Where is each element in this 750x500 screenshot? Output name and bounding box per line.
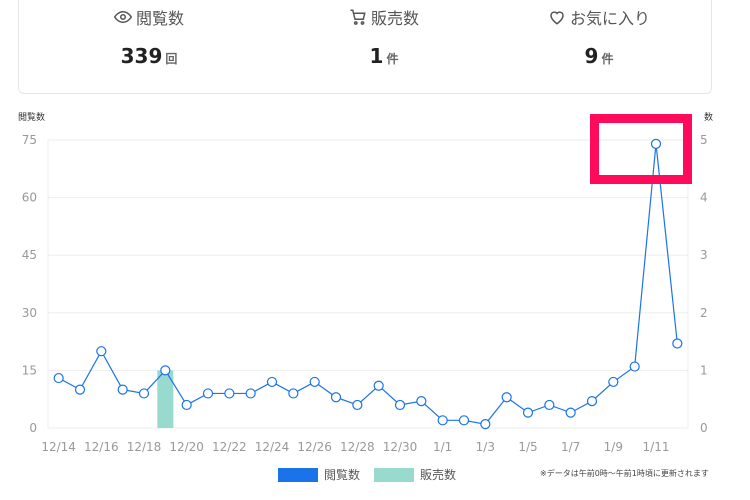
- views-point: [330, 392, 342, 403]
- x-tick-label: 1/5: [518, 440, 537, 454]
- right-tick-label: 0: [700, 421, 708, 435]
- stat-views-value: 339: [120, 44, 163, 68]
- update-note: ※データは午前0時〜午前1時頃に更新されます: [540, 469, 709, 478]
- views-point: [245, 388, 256, 399]
- legend-item-views[interactable]: 閲覧数: [278, 466, 360, 483]
- x-tick-label: 1/7: [561, 440, 580, 454]
- x-tick-label: 1/3: [476, 440, 495, 454]
- views-point: [394, 399, 406, 411]
- x-tick-label: 12/18: [127, 440, 162, 454]
- views-point: [266, 376, 278, 388]
- x-tick-label: 1/11: [643, 440, 670, 454]
- x-tick-label: 12/30: [383, 440, 418, 454]
- left-axis-title: 閲覧数: [18, 111, 45, 123]
- x-tick-label: 1/1: [433, 440, 452, 454]
- x-tick-label: 12/16: [84, 440, 119, 454]
- x-tick-label: 12/20: [169, 440, 204, 454]
- stat-views-unit: 回: [165, 52, 178, 66]
- cart-icon: [350, 9, 366, 25]
- right-tick-label: 5: [700, 133, 708, 147]
- x-tick-label: 12/28: [340, 440, 375, 454]
- stat-sales-unit: 件: [386, 52, 399, 66]
- right-tick-label: 1: [700, 363, 708, 377]
- views-point: [437, 415, 448, 426]
- views-point: [117, 384, 128, 395]
- stat-sales-label: 販売数: [370, 9, 419, 28]
- views-point: [416, 396, 427, 407]
- views-line: [58, 143, 678, 425]
- legend-swatch-sales: [374, 467, 415, 482]
- right-tick-label: 2: [700, 306, 708, 320]
- x-tick-label: 12/14: [41, 440, 76, 454]
- right-tick-label: 4: [700, 191, 708, 205]
- right-axis-title: 数: [704, 111, 713, 123]
- views-point: [288, 388, 299, 399]
- highlight-box: [590, 114, 692, 184]
- legend-item-sales[interactable]: 販売数: [374, 466, 456, 483]
- views-point: [544, 399, 555, 411]
- right-tick-label: 3: [700, 248, 708, 262]
- views-point: [608, 376, 619, 388]
- views-point: [53, 372, 64, 384]
- views-point: [458, 415, 470, 426]
- views-point: [181, 399, 192, 411]
- views-point: [586, 396, 598, 407]
- stat-favorites-value: 9: [584, 44, 599, 68]
- views-point: [74, 384, 86, 395]
- left-tick-label: 45: [22, 248, 37, 262]
- views-point: [480, 419, 491, 430]
- legend-label-sales: 販売数: [420, 468, 457, 482]
- views-point: [309, 376, 320, 388]
- views-point: [224, 388, 235, 399]
- left-tick-label: 15: [22, 363, 37, 377]
- left-tick-label: 60: [22, 191, 37, 205]
- heart-icon: [550, 11, 564, 25]
- views-point: [202, 388, 214, 399]
- left-tick-label: 75: [22, 133, 37, 147]
- stat-favorites-label: お気に入り: [569, 9, 650, 28]
- left-tick-label: 0: [29, 421, 37, 435]
- views-point: [352, 399, 363, 411]
- stat-views-label: 閲覧数: [135, 9, 184, 28]
- views-point: [565, 407, 576, 418]
- views-point: [522, 407, 534, 418]
- views-point: [629, 361, 640, 372]
- eye-icon: [113, 10, 132, 24]
- stat-sales-value: 1: [369, 44, 384, 68]
- legend-swatch-views: [278, 467, 318, 482]
- x-tick-label: 12/22: [212, 440, 247, 454]
- views-point: [672, 338, 683, 349]
- legend-label-views: 閲覧数: [324, 468, 361, 482]
- left-tick-label: 30: [22, 306, 37, 320]
- x-tick-label: 1/9: [604, 440, 623, 454]
- stats-card: 閲覧数 339 回 販売数 1件 お気に入り 9件: [18, 0, 712, 94]
- views-point: [96, 346, 107, 357]
- x-tick-label: 12/24: [255, 440, 290, 454]
- x-tick-label: 12/26: [297, 440, 332, 454]
- views-point: [373, 380, 384, 391]
- views-point: [138, 388, 150, 399]
- views-point: [160, 365, 171, 376]
- stat-favorites-unit: 件: [601, 52, 614, 66]
- views-point: [501, 392, 512, 403]
- chart-legend: 閲覧数 販売数: [278, 466, 470, 483]
